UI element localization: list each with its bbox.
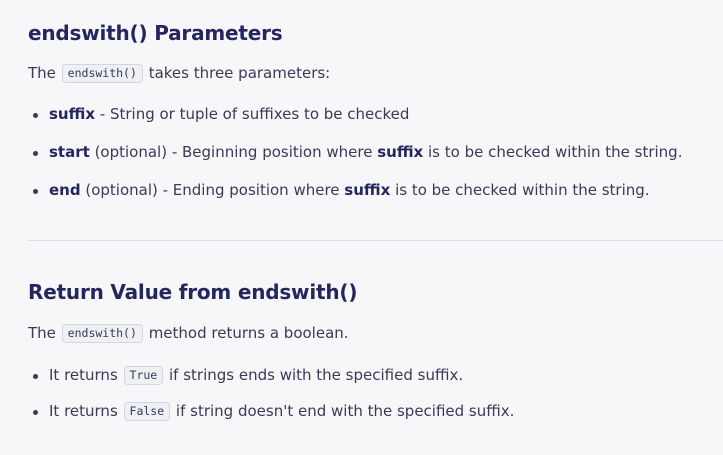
section-divider <box>28 240 723 241</box>
parameters-heading: endswith() Parameters <box>28 21 283 45</box>
intro-text-after: method returns a boolean. <box>143 324 349 342</box>
param-name-suffix: suffix <box>49 105 96 123</box>
param-name-end: end <box>49 181 81 199</box>
bullet-icon <box>33 374 38 379</box>
param-name-start: start <box>49 143 90 161</box>
intro-text-after: takes three parameters: <box>143 64 331 82</box>
return-false-after: if string doesn't end with the specified… <box>171 402 515 420</box>
intro-text-before: The <box>28 64 61 82</box>
param-desc-end-after: is to be checked within the string. <box>390 181 650 199</box>
bullet-icon <box>33 189 38 194</box>
return-false-before: It returns <box>49 402 123 420</box>
param-desc-start-bold: suffix <box>377 143 424 161</box>
list-item-suffix: suffix - String or tuple of suffixes to … <box>28 103 723 141</box>
intro-text-before: The <box>28 324 61 342</box>
inline-code-endswith: endswith() <box>61 64 143 83</box>
return-true-after: if strings ends with the specified suffi… <box>164 366 464 384</box>
inline-code-true: True <box>123 366 164 385</box>
bullet-icon <box>33 151 38 156</box>
list-item-start: start (optional) - Beginning position wh… <box>28 141 723 179</box>
param-desc-end-before: (optional) - Ending position where <box>80 181 345 199</box>
param-desc-start-before: (optional) - Beginning position where <box>89 143 378 161</box>
bullet-icon <box>33 113 38 118</box>
bullet-icon <box>33 410 38 415</box>
list-item-end: end (optional) - Ending position where s… <box>28 179 723 217</box>
inline-code-endswith: endswith() <box>61 324 143 343</box>
return-value-heading: Return Value from endswith() <box>28 280 358 304</box>
list-item-returns-true: It returns True if strings ends with the… <box>28 364 723 400</box>
inline-code-false: False <box>123 402 171 421</box>
page: endswith() Parameters The endswith() tak… <box>0 0 723 455</box>
param-desc-end-bold: suffix <box>344 181 391 199</box>
return-value-intro: The endswith() method returns a boolean. <box>28 322 349 345</box>
return-true-before: It returns <box>49 366 123 384</box>
return-value-list: It returns True if strings ends with the… <box>28 364 723 436</box>
parameters-intro: The endswith() takes three parameters: <box>28 62 330 85</box>
list-item-returns-false: It returns False if string doesn't end w… <box>28 400 723 436</box>
parameters-list: suffix - String or tuple of suffixes to … <box>28 103 723 217</box>
param-desc-suffix: - String or tuple of suffixes to be chec… <box>95 105 410 123</box>
param-desc-start-after: is to be checked within the string. <box>423 143 683 161</box>
